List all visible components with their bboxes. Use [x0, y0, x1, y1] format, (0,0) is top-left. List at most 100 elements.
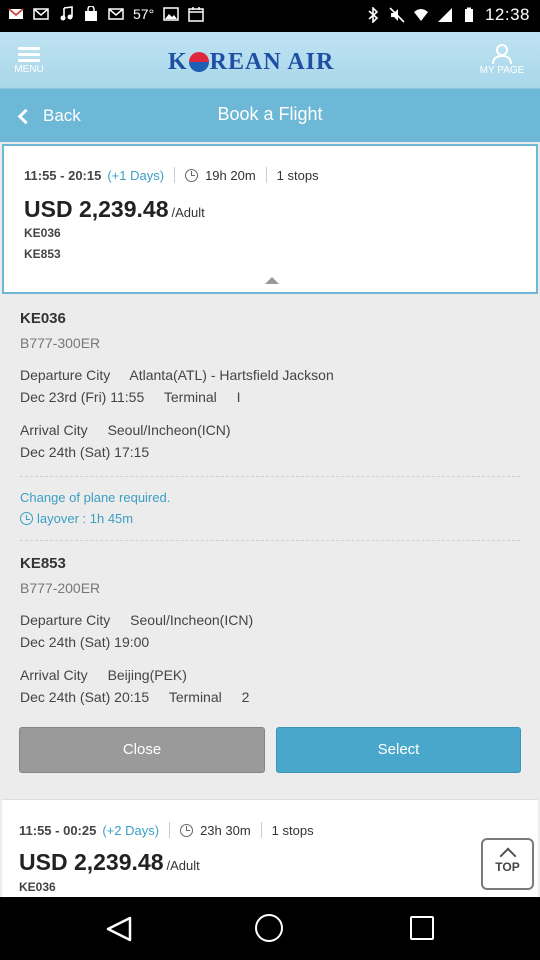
divider — [20, 476, 520, 477]
arrival-city-row: Arrival City Seoul/Incheon(ICN) — [20, 422, 231, 438]
price-unit: /Adult — [166, 858, 200, 873]
segment-aircraft: B777-300ER — [20, 335, 101, 351]
wifi-icon — [413, 9, 428, 21]
price-amount: USD 2,239.48 — [24, 196, 169, 222]
system-nav-bar — [0, 897, 540, 960]
mail-icon — [108, 8, 124, 20]
mypage-label: MY PAGE — [479, 65, 525, 76]
layover-info: layover : 1h 45m — [20, 511, 133, 526]
battery-icon — [464, 7, 473, 22]
mail-icon — [33, 8, 49, 20]
segment-flight-number: KE036 — [20, 310, 66, 327]
price-amount: USD 2,239.48 — [19, 849, 164, 875]
system-icons: 12:38 — [365, 5, 530, 25]
music-icon — [60, 6, 73, 21]
nav-back-icon[interactable] — [104, 915, 134, 943]
app-header: MENU K REAN AIR MY PAGE — [0, 32, 540, 89]
app-screen: 57° 12:38 MENU K REAN AIR MY PAGE Back B… — [0, 0, 540, 960]
terminal-label: Terminal — [163, 389, 217, 405]
departure-label: Departure City — [20, 612, 111, 628]
terminal-label: Terminal — [168, 689, 222, 705]
bluetooth-icon — [368, 7, 379, 23]
menu-button[interactable]: MENU — [10, 44, 48, 84]
clock-icon — [185, 168, 199, 182]
nav-bar: Back Book a Flight — [0, 89, 540, 142]
departure-city-row: Departure City Seoul/Incheon(ICN) — [20, 612, 253, 628]
clock-time: 12:38 — [484, 5, 530, 24]
day-offset: (+1 Days) — [107, 167, 165, 183]
change-plane-notice: Change of plane required. — [20, 490, 171, 505]
scroll-top-button[interactable]: TOP — [481, 838, 534, 890]
shopping-bag-icon — [85, 6, 97, 21]
page-title: Book a Flight — [217, 104, 323, 124]
arrival-time-row: Dec 24th (Sat) 20:15 Terminal 2 — [20, 689, 249, 705]
divider — [20, 540, 520, 541]
korean-air-logo[interactable]: K REAN AIR — [168, 48, 334, 76]
flight-details-panel: KE036 B777-300ER Departure City Atlanta(… — [0, 298, 540, 796]
arrival-time-row: Dec 24th (Sat) 17:15 — [20, 444, 149, 460]
menu-label: MENU — [14, 64, 44, 75]
arrival-datetime: Dec 24th (Sat) 17:15 — [20, 444, 150, 460]
flight-times: 11:55 - 00:25 — [19, 822, 97, 838]
flight-summary-line: 11:55 - 00:25 (+2 Days) 23h 30m 1 stops — [19, 822, 314, 838]
logo-text-left: K — [168, 48, 188, 75]
hamburger-icon — [10, 47, 48, 62]
divider — [265, 167, 267, 183]
flight-number: KE036 — [19, 880, 56, 894]
temperature-text: 57° — [133, 6, 155, 22]
person-icon — [492, 44, 512, 64]
departure-city: Seoul/Incheon(ICN) — [130, 612, 254, 628]
clock-icon — [180, 823, 194, 837]
flight-duration: 23h 30m — [200, 822, 251, 838]
signal-icon — [437, 8, 452, 22]
gmail-icon — [8, 8, 24, 19]
segment-flight-number: KE853 — [20, 555, 66, 572]
divider — [169, 822, 171, 838]
flight-number: KE853 — [24, 247, 61, 261]
departure-time-row: Dec 23rd (Fri) 11:55 Terminal I — [20, 389, 241, 405]
arrival-city-row: Arrival City Beijing(PEK) — [20, 667, 187, 683]
flight-summary-line: 11:55 - 20:15 (+1 Days) 19h 20m 1 stops — [24, 167, 319, 183]
divider — [260, 822, 262, 838]
segment-aircraft: B777-200ER — [20, 580, 101, 596]
mypage-button[interactable]: MY PAGE — [474, 44, 530, 84]
arrival-label: Arrival City — [20, 667, 88, 683]
select-button[interactable]: Select — [276, 727, 521, 773]
departure-datetime: Dec 24th (Sat) 19:00 — [20, 634, 150, 650]
mute-icon — [389, 7, 405, 23]
stops-count: 1 stops — [271, 822, 314, 838]
collapse-arrow-icon[interactable] — [265, 277, 279, 284]
clock-icon — [20, 512, 33, 525]
flight-duration: 19h 20m — [205, 167, 256, 183]
layover-text: layover : 1h 45m — [37, 511, 134, 526]
fare-price: USD 2,239.48 /Adult — [24, 196, 205, 223]
arrival-city: Beijing(PEK) — [107, 667, 187, 683]
fare-price: USD 2,239.48 /Adult — [19, 849, 200, 876]
arrival-city: Seoul/Incheon(ICN) — [107, 422, 231, 438]
logo-text-right: REAN AIR — [209, 48, 335, 75]
divider — [174, 167, 176, 183]
flight-times: 11:55 - 20:15 — [24, 167, 102, 183]
flight-number: KE036 — [24, 226, 61, 240]
departure-datetime: Dec 23rd (Fri) 11:55 — [20, 389, 145, 405]
close-button[interactable]: Close — [19, 727, 265, 773]
departure-label: Departure City — [20, 367, 111, 383]
flight-option-card[interactable]: 11:55 - 20:15 (+1 Days) 19h 20m 1 stops … — [2, 144, 538, 294]
taegeuk-icon — [188, 52, 209, 72]
terminal-value: 2 — [241, 689, 250, 705]
status-bar: 57° 12:38 — [0, 0, 540, 32]
price-unit: /Adult — [171, 205, 205, 220]
flight-option-card[interactable]: 11:55 - 00:25 (+2 Days) 23h 30m 1 stops … — [2, 799, 538, 897]
nav-recents-icon[interactable] — [410, 916, 434, 940]
day-offset: (+2 Days) — [102, 822, 160, 838]
departure-city-row: Departure City Atlanta(ATL) - Hartsfield… — [20, 367, 334, 383]
stops-count: 1 stops — [276, 167, 319, 183]
nav-home-icon[interactable] — [255, 914, 283, 942]
departure-city: Atlanta(ATL) - Hartsfield Jackson — [129, 367, 334, 383]
image-icon — [163, 7, 179, 21]
terminal-value: I — [236, 389, 241, 405]
notification-icons: 57° — [8, 6, 204, 22]
departure-time-row: Dec 24th (Sat) 19:00 — [20, 634, 149, 650]
arrival-label: Arrival City — [20, 422, 88, 438]
calendar-icon — [188, 7, 204, 22]
